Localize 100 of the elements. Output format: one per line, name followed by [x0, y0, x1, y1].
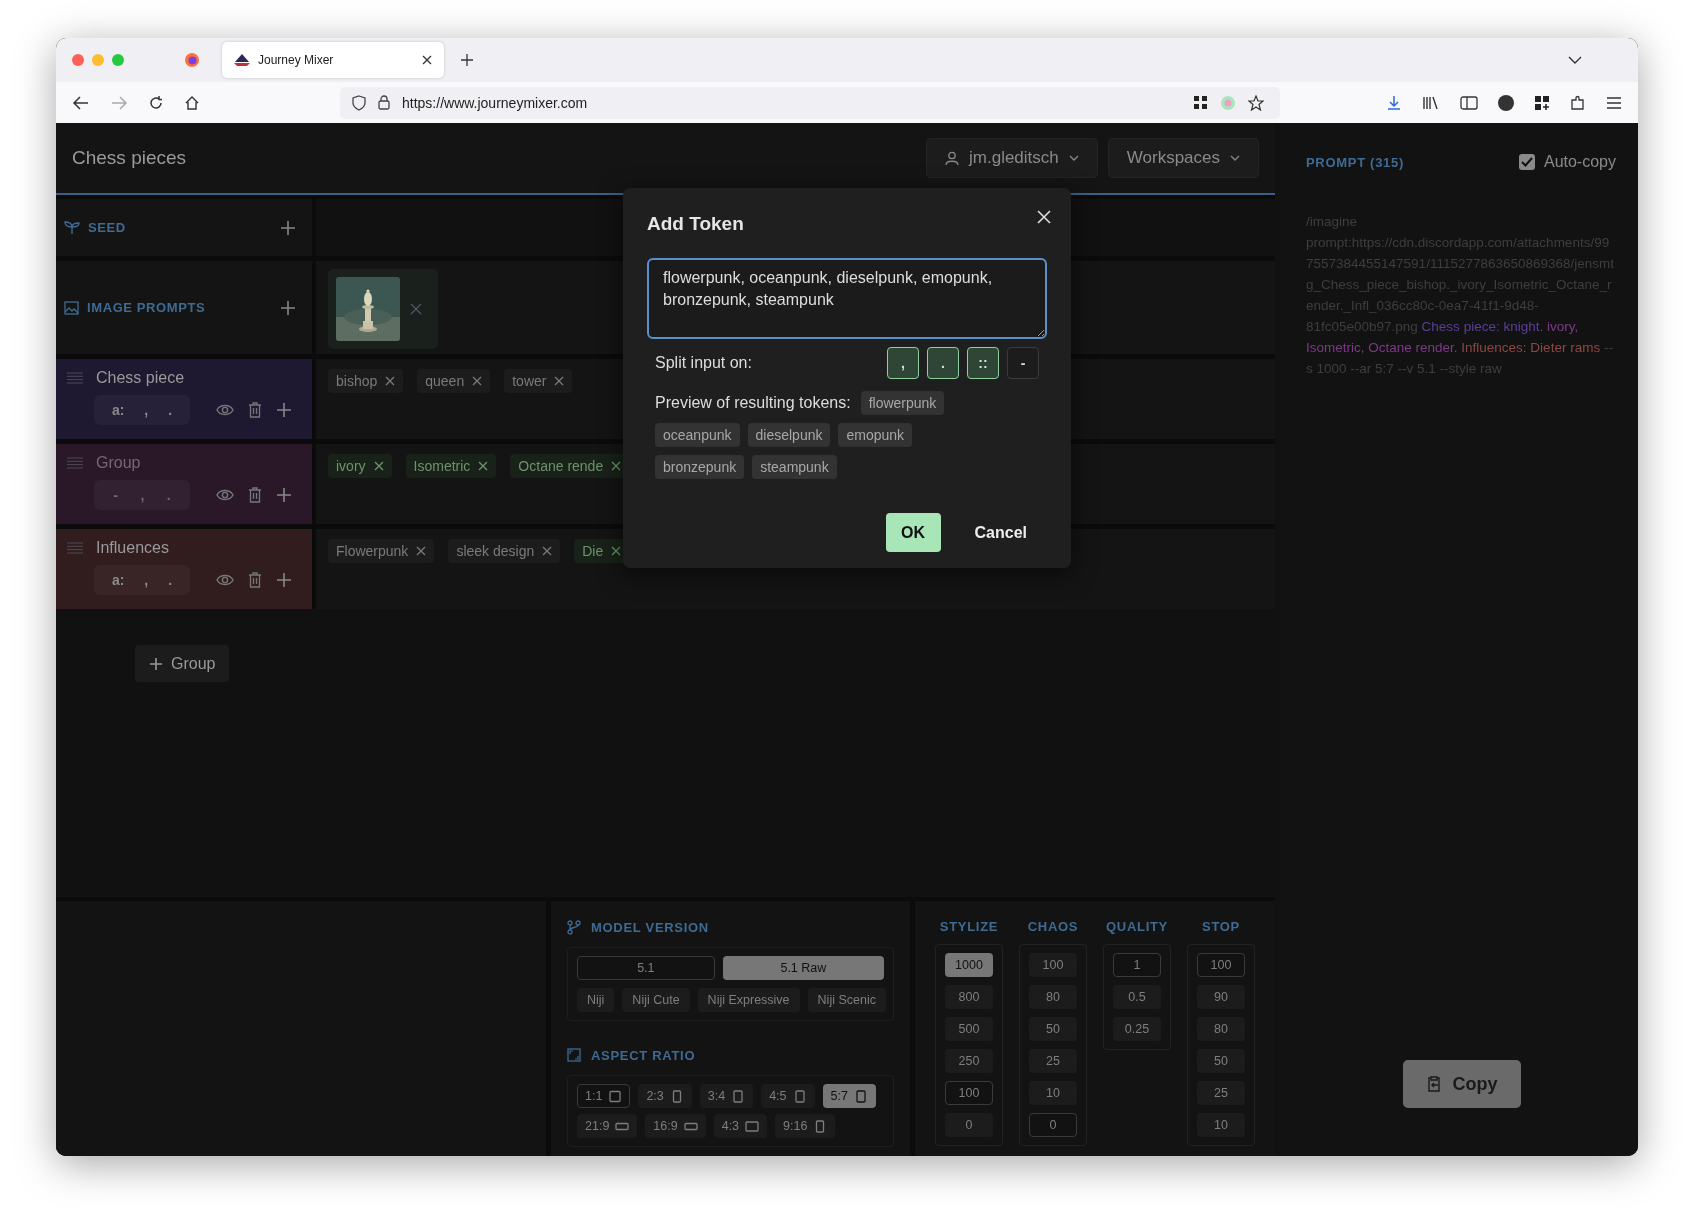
parameter-option[interactable]: 500	[945, 1017, 993, 1041]
remove-icon[interactable]	[373, 461, 384, 471]
parameter-option[interactable]: 50	[1197, 1049, 1245, 1073]
parameter-option[interactable]: 1	[1113, 953, 1161, 977]
remove-icon[interactable]	[478, 461, 489, 471]
parameter-option[interactable]: 90	[1197, 985, 1245, 1009]
token-chip[interactable]: bishop	[328, 369, 404, 393]
account-avatar[interactable]	[1498, 94, 1514, 111]
token-chip[interactable]: Octane rende	[510, 454, 623, 478]
aspect-ratio-option[interactable]: 4:5	[761, 1084, 815, 1108]
add-icon[interactable]	[280, 219, 296, 236]
parameter-option[interactable]: 10	[1197, 1113, 1245, 1137]
remove-icon[interactable]	[416, 546, 427, 556]
trash-icon[interactable]	[248, 402, 262, 418]
token-chip[interactable]: Flowerpunk	[328, 539, 435, 563]
token-chip[interactable]: Die	[574, 539, 623, 563]
back-icon[interactable]	[72, 94, 90, 111]
remove-icon[interactable]	[385, 376, 396, 386]
group-name[interactable]: Group	[96, 454, 141, 472]
menu-icon[interactable]	[1606, 95, 1622, 110]
remove-icon[interactable]	[410, 303, 422, 315]
token-input[interactable]: flowerpunk, oceanpunk, dieselpunk, emopunk, bronzepunk, steampunk	[647, 258, 1047, 339]
checkbox[interactable]	[1518, 154, 1535, 170]
add-icon[interactable]	[276, 402, 292, 418]
parameter-option[interactable]: 0.25	[1113, 1017, 1161, 1041]
split-toggle[interactable]: -	[1007, 347, 1039, 379]
parameter-option[interactable]: 50	[1029, 1017, 1077, 1041]
token-chip[interactable]: queen	[417, 369, 491, 393]
group-name[interactable]: Chess piece	[96, 369, 185, 387]
version-option[interactable]: Niji Expressive	[697, 988, 800, 1012]
eye-icon[interactable]	[216, 403, 234, 417]
trash-icon[interactable]	[248, 572, 262, 588]
parameter-option[interactable]: 100	[1029, 953, 1077, 977]
remove-icon[interactable]	[611, 461, 622, 471]
parameter-option[interactable]: 10	[1029, 1081, 1077, 1105]
parameter-option[interactable]: 80	[1029, 985, 1077, 1009]
chevron-down-icon[interactable]	[1568, 55, 1582, 65]
token-chip[interactable]: tower	[504, 369, 573, 393]
add-icon[interactable]	[276, 572, 292, 588]
grid-icon[interactable]	[1193, 95, 1208, 110]
add-icon[interactable]	[280, 299, 296, 316]
cancel-button[interactable]: Cancel	[968, 522, 1033, 543]
drag-handle-icon[interactable]	[66, 542, 84, 554]
copy-button[interactable]: Copy	[1403, 1060, 1521, 1108]
library-icon[interactable]	[1422, 94, 1440, 111]
trash-icon[interactable]	[248, 487, 262, 503]
aspect-ratio-option[interactable]: 9:16	[775, 1114, 836, 1138]
browser-tab[interactable]: Journey Mixer	[222, 42, 444, 78]
version-option[interactable]: Niji	[577, 988, 615, 1012]
split-toggle[interactable]: ,	[887, 347, 919, 379]
ok-button[interactable]: OK	[885, 513, 941, 552]
sidebar-icon[interactable]	[1460, 94, 1478, 111]
split-toggle[interactable]: ::	[967, 347, 999, 379]
parameter-option[interactable]: 0	[945, 1113, 993, 1137]
drag-handle-icon[interactable]	[66, 372, 84, 384]
parameter-option[interactable]: 0.5	[1113, 985, 1161, 1009]
parameter-option[interactable]: 0	[1029, 1113, 1077, 1137]
remove-icon[interactable]	[554, 376, 565, 386]
version-option[interactable]: 5.1 Raw	[722, 956, 884, 980]
parameter-option[interactable]: 250	[945, 1049, 993, 1073]
remove-icon[interactable]	[542, 546, 553, 556]
parameter-option[interactable]: 25	[1029, 1049, 1077, 1073]
eye-icon[interactable]	[216, 573, 234, 587]
parameter-option[interactable]: 100	[945, 1081, 993, 1105]
reload-icon[interactable]	[148, 94, 164, 111]
version-option[interactable]: 5.1	[577, 956, 715, 980]
parameter-option[interactable]: 100	[1197, 953, 1245, 977]
weight-field[interactable]: - , .	[94, 480, 190, 510]
aspect-ratio-option[interactable]: 21:9	[577, 1114, 638, 1138]
add-icon[interactable]	[276, 487, 292, 503]
download-icon[interactable]	[1386, 94, 1402, 111]
remove-icon[interactable]	[472, 376, 483, 386]
version-option[interactable]: Niji Cute	[622, 988, 690, 1012]
drag-handle-icon[interactable]	[66, 457, 84, 469]
split-toggle[interactable]: .	[927, 347, 959, 379]
address-bar[interactable]: https://www.journeymixer.com	[340, 86, 1280, 119]
user-dropdown[interactable]: jm.gleditsch	[926, 138, 1098, 178]
parameter-option[interactable]: 80	[1197, 1017, 1245, 1041]
token-chip[interactable]: sleek design	[448, 539, 561, 563]
auto-copy-checkbox[interactable]: Auto-copy	[1518, 153, 1616, 171]
aspect-ratio-option[interactable]: 1:1	[577, 1084, 631, 1108]
puzzle-icon[interactable]	[1570, 94, 1586, 111]
apps-grid-icon[interactable]	[1534, 94, 1550, 111]
aspect-ratio-option[interactable]: 3:4	[699, 1084, 754, 1108]
eye-icon[interactable]	[216, 488, 234, 502]
aspect-ratio-option[interactable]: 2:3	[638, 1084, 692, 1108]
star-icon[interactable]	[1248, 94, 1264, 111]
parameter-option[interactable]: 25	[1197, 1081, 1245, 1105]
aspect-ratio-option[interactable]: 16:9	[645, 1114, 706, 1138]
remove-icon[interactable]	[611, 546, 622, 556]
token-chip[interactable]: ivory	[328, 454, 392, 478]
close-tab-icon[interactable]	[422, 55, 432, 65]
weight-field[interactable]: a: , .	[94, 395, 190, 425]
aspect-ratio-option[interactable]: 4:3	[713, 1114, 768, 1138]
parameter-option[interactable]: 1000	[945, 953, 993, 977]
forward-icon[interactable]	[110, 94, 128, 111]
workspaces-dropdown[interactable]: Workspaces	[1107, 138, 1259, 178]
token-chip[interactable]: Isometric	[405, 454, 497, 478]
close-icon[interactable]	[1037, 210, 1051, 224]
aspect-ratio-option[interactable]: 5:7	[822, 1084, 876, 1108]
